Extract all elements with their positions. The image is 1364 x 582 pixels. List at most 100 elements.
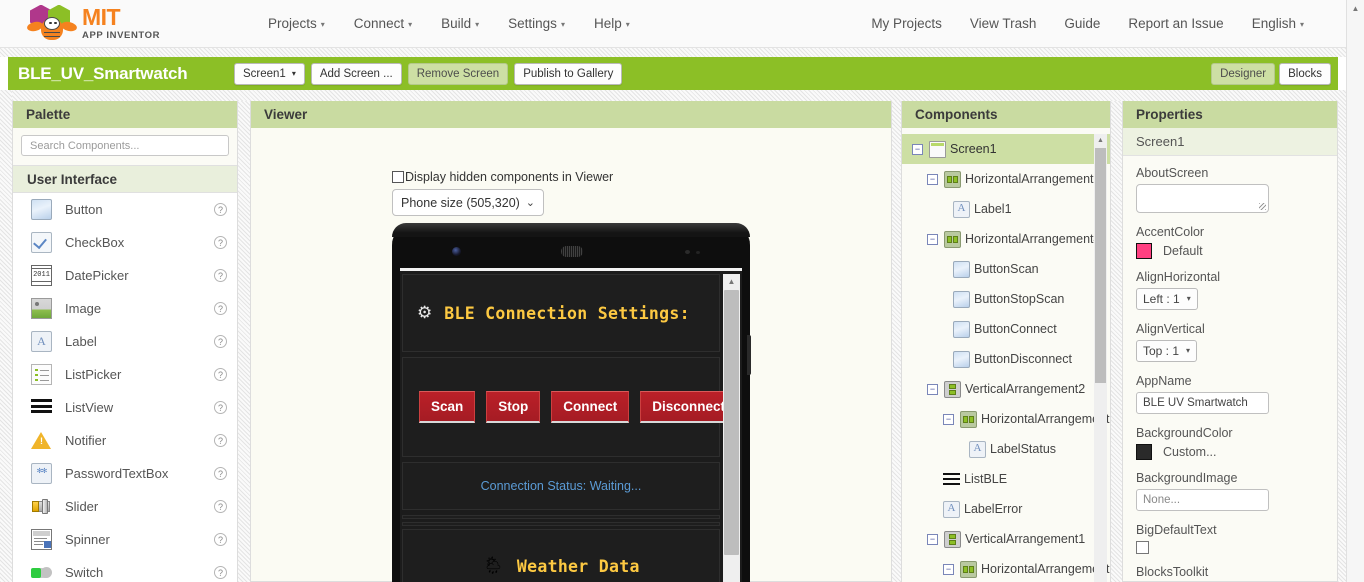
backgroundimage-input[interactable] — [1136, 489, 1269, 511]
backgroundcolor-swatch[interactable] — [1136, 444, 1152, 460]
phone-size-select[interactable]: Phone size (505,320) ⌄ — [392, 189, 544, 216]
alignhorizontal-select[interactable]: Left : 1 ▾ — [1136, 288, 1198, 310]
tree-item-horizontalarrangement5[interactable]: − HorizontalArrangement5 — [902, 404, 1110, 434]
add-screen-button[interactable]: Add Screen ... — [310, 62, 402, 85]
palette-item-spinner[interactable]: Spinner ? — [13, 523, 237, 556]
aboutscreen-textarea[interactable] — [1136, 184, 1269, 213]
help-icon[interactable]: ? — [214, 533, 227, 546]
menu-build[interactable]: Build ▾ — [441, 16, 479, 31]
design-button-connect[interactable]: Connect — [551, 391, 630, 423]
alignvertical-select[interactable]: Top : 1 ▾ — [1136, 340, 1198, 362]
tree-item-labelerror[interactable]: LabelError — [902, 494, 1110, 524]
search-input[interactable] — [28, 138, 228, 153]
tree-toggle-icon[interactable]: − — [943, 563, 954, 575]
accentcolor-swatch[interactable] — [1136, 243, 1152, 259]
help-icon[interactable]: ? — [214, 302, 227, 315]
tree-item-verticalarrangement1[interactable]: − VerticalArrangement1 — [902, 524, 1110, 554]
tree-item-listble[interactable]: ListBLE — [902, 464, 1110, 494]
tree-item-horizontalarrangement3[interactable]: − HorizontalArrangement3 — [902, 164, 1110, 194]
tree-item-buttonscan[interactable]: ButtonScan — [902, 254, 1110, 284]
palette-item-button[interactable]: Button ? — [13, 193, 237, 226]
palette-item-label[interactable]: Label ? — [13, 325, 237, 358]
alignvertical-value: Top : 1 — [1143, 344, 1180, 358]
help-icon[interactable]: ? — [214, 500, 227, 513]
design-thin-arrangement-2[interactable] — [402, 522, 720, 526]
blocks-tab-button[interactable]: Blocks — [1279, 62, 1331, 85]
component-tree-scrollbar[interactable]: ▲ — [1094, 134, 1107, 582]
tree-toggle-icon[interactable]: − — [927, 173, 938, 185]
scroll-up-arrow-icon[interactable]: ▲ — [723, 274, 740, 289]
help-icon[interactable]: ? — [214, 467, 227, 480]
tree-item-label1[interactable]: Label1 — [902, 194, 1110, 224]
display-hidden-components-row[interactable]: Display hidden components in Viewer — [392, 170, 613, 184]
tree-item-horizontalarrangement1[interactable]: − HorizontalArrangement1 — [902, 554, 1110, 582]
palette-item-datepicker[interactable]: 2011 DatePicker ? — [13, 259, 237, 292]
palette-item-notifier[interactable]: Notifier ? — [13, 424, 237, 457]
menu-projects[interactable]: Projects ▾ — [268, 16, 325, 31]
tree-item-horizontalarrangement4[interactable]: − HorizontalArrangement4 — [902, 224, 1110, 254]
designer-tab-button[interactable]: Designer — [1211, 62, 1276, 85]
help-icon[interactable]: ? — [214, 368, 227, 381]
tree-toggle-icon[interactable]: − — [943, 413, 954, 425]
palette-item-listview[interactable]: ListView ? — [13, 391, 237, 424]
scrollbar-thumb[interactable] — [724, 290, 739, 555]
tree-toggle-icon[interactable]: − — [912, 143, 923, 155]
help-icon[interactable]: ? — [214, 401, 227, 414]
help-icon[interactable]: ? — [214, 203, 227, 216]
help-icon[interactable]: ? — [214, 566, 227, 579]
design-thin-arrangement-1[interactable] — [402, 515, 720, 519]
palette-item-slider[interactable]: Slider ? — [13, 490, 237, 523]
menu-settings[interactable]: Settings ▾ — [508, 16, 565, 31]
menu-guide[interactable]: Guide — [1064, 16, 1100, 31]
scroll-up-arrow-icon[interactable]: ▲ — [1094, 134, 1107, 147]
tree-item-verticalarrangement2[interactable]: − VerticalArrangement2 — [902, 374, 1110, 404]
palette-item-listpicker[interactable]: ListPicker ? — [13, 358, 237, 391]
menu-report-an-issue[interactable]: Report an Issue — [1128, 16, 1223, 31]
palette-item-checkbox[interactable]: CheckBox ? — [13, 226, 237, 259]
property-label-backgroundcolor: BackgroundColor — [1136, 426, 1233, 440]
remove-screen-button[interactable]: Remove Screen — [407, 62, 509, 85]
tree-item-buttonconnect[interactable]: ButtonConnect — [902, 314, 1110, 344]
design-horizontal-arrangement-buttons[interactable]: Scan Stop Connect Disconnect — [402, 357, 738, 457]
page-scrollbar[interactable]: ▲ — [1346, 0, 1364, 582]
help-icon[interactable]: ? — [214, 269, 227, 282]
menu-help[interactable]: Help ▾ — [594, 16, 630, 31]
tree-item-buttondisconnect[interactable]: ButtonDisconnect — [902, 344, 1110, 374]
palette-item-passwordtextbox[interactable]: PasswordTextBox ? — [13, 457, 237, 490]
menu-view-trash[interactable]: View Trash — [970, 16, 1037, 31]
help-icon[interactable]: ? — [214, 335, 227, 348]
phone-screen-scrollbar[interactable]: ▲ — [723, 274, 740, 582]
menu-my-projects[interactable]: My Projects — [871, 16, 942, 31]
palette-item-switch[interactable]: Switch ? — [13, 556, 237, 582]
design-button-scan[interactable]: Scan — [419, 391, 476, 423]
display-hidden-components-checkbox[interactable] — [392, 171, 404, 183]
palette-category-user-interface[interactable]: User Interface — [13, 165, 237, 193]
screen-selector-dropdown[interactable]: Screen1 ▾ — [234, 62, 305, 85]
palette-item-image[interactable]: Image ? — [13, 292, 237, 325]
menu-connect[interactable]: Connect ▾ — [354, 16, 412, 31]
appname-input[interactable] — [1136, 392, 1269, 414]
palette-item-label: Slider — [65, 499, 99, 514]
design-weather-arrangement[interactable]: 🌦 Weather Data — [402, 529, 720, 582]
tree-item-labelstatus[interactable]: LabelStatus — [902, 434, 1110, 464]
palette-search-box[interactable] — [21, 135, 229, 156]
help-icon[interactable]: ? — [214, 236, 227, 249]
phone-screen[interactable]: ⚙ BLE Connection Settings: Scan Stop Con… — [400, 268, 742, 582]
backgroundcolor-picker[interactable]: Custom... — [1136, 444, 1324, 460]
design-horizontal-arrangement-title[interactable]: ⚙ BLE Connection Settings: — [402, 274, 720, 352]
mit-app-inventor-logo[interactable]: MIT APP INVENTOR — [26, 4, 213, 43]
tree-toggle-icon[interactable]: − — [927, 533, 938, 545]
publish-to-gallery-button[interactable]: Publish to Gallery — [514, 62, 623, 85]
design-status-arrangement[interactable]: Connection Status: Waiting... — [402, 462, 720, 510]
bigdefaulttext-checkbox[interactable] — [1136, 541, 1149, 554]
scrollbar-thumb[interactable] — [1095, 148, 1106, 383]
tree-toggle-icon[interactable]: − — [927, 383, 938, 395]
design-button-stop[interactable]: Stop — [486, 391, 541, 423]
tree-item-screen1[interactable]: − Screen1 — [902, 134, 1110, 164]
scroll-up-arrow-icon[interactable]: ▲ — [1347, 0, 1364, 16]
help-icon[interactable]: ? — [214, 434, 227, 447]
accentcolor-picker[interactable]: Default — [1136, 243, 1324, 259]
menu-language[interactable]: English ▾ — [1252, 16, 1304, 31]
tree-item-buttonstopscan[interactable]: ButtonStopScan — [902, 284, 1110, 314]
tree-toggle-icon[interactable]: − — [927, 233, 938, 245]
